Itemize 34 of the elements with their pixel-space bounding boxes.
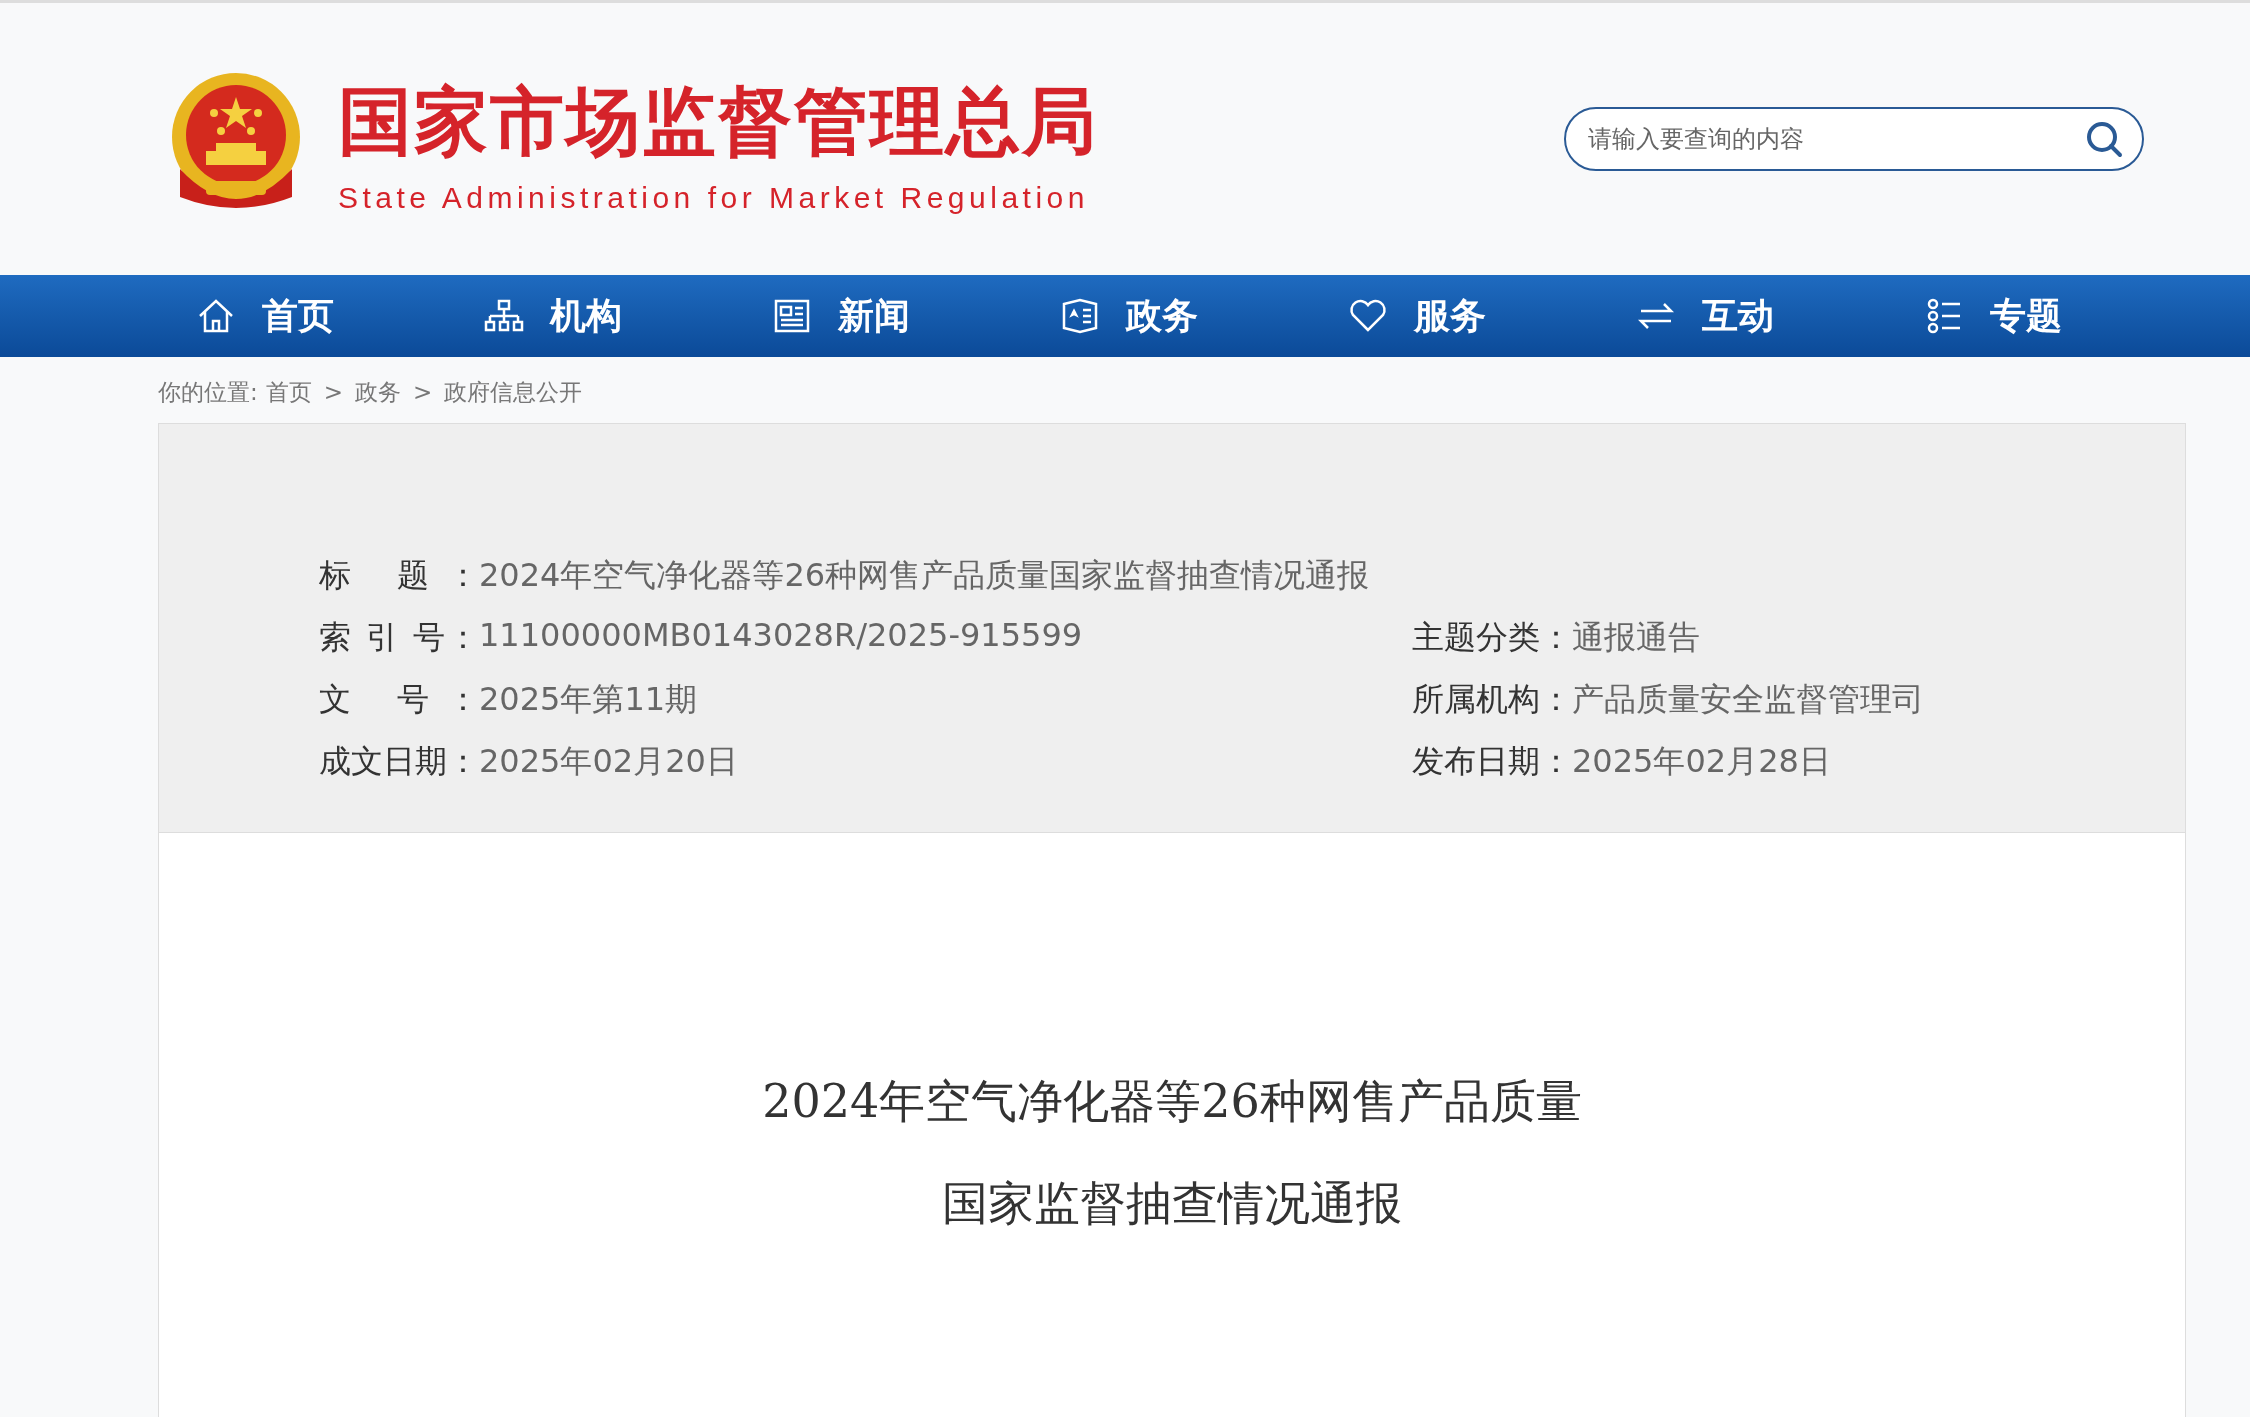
field-label: 成文日期： (319, 741, 479, 782)
field-label: 主题分类： (1412, 617, 1572, 658)
breadcrumb-link[interactable]: 首页 (265, 376, 312, 408)
nav-link[interactable]: 机构 (484, 291, 772, 341)
site-title: 国家市场监督管理总局 (338, 77, 1098, 166)
field-label: 标 题： (319, 555, 479, 596)
nav-link[interactable]: 首页 (196, 291, 484, 341)
breadcrumb-link[interactable]: 政府信息公开 (444, 376, 583, 408)
breadcrumb-label: 你的位置: (158, 377, 258, 407)
field-value: 2024年空气净化器等26种网售产品质量国家监督抽查情况通报 (479, 555, 1370, 596)
shield-icon (1060, 296, 1100, 336)
field-label: 索 引 号： (319, 617, 479, 658)
search-field[interactable]: 请输入要查询的内容 (1564, 107, 2144, 171)
nav-link[interactable]: 服务 (1348, 291, 1636, 341)
field-value: 产品质量安全监督管理司 (1572, 679, 1924, 720)
nav-link[interactable]: 政务 (1060, 291, 1348, 341)
field-label: 发布日期： (1412, 741, 1572, 782)
field-value: 2025年02月28日 (1572, 741, 1831, 782)
field-value: 11100000MB0143028R/2025-915599 (479, 616, 1083, 656)
nav-link[interactable]: 新闻 (772, 291, 1060, 341)
breadcrumb-link[interactable]: 政务 (355, 376, 402, 408)
nav-link[interactable]: 专题 (1924, 291, 2212, 341)
field-label: 所属机构： (1412, 679, 1572, 720)
field-value: 2025年02月20日 (479, 741, 738, 782)
breadcrumb-separator: > (413, 379, 433, 405)
field-label: 文 号： (319, 679, 479, 720)
breadcrumb-separator: > (323, 379, 344, 405)
field-value: 通报通告 (1572, 617, 1700, 658)
article-title: 2024年空气净化器等26种网售产品质量 (762, 1073, 1582, 1130)
article-title: 国家监督抽查情况通报 (942, 1175, 1402, 1232)
nav-link[interactable]: 互动 (1636, 291, 1924, 341)
search-icon[interactable] (2084, 119, 2124, 159)
field-value: 2025年第11期 (479, 679, 698, 720)
site-subtitle: State Administration for Market Regulation (338, 181, 1090, 215)
